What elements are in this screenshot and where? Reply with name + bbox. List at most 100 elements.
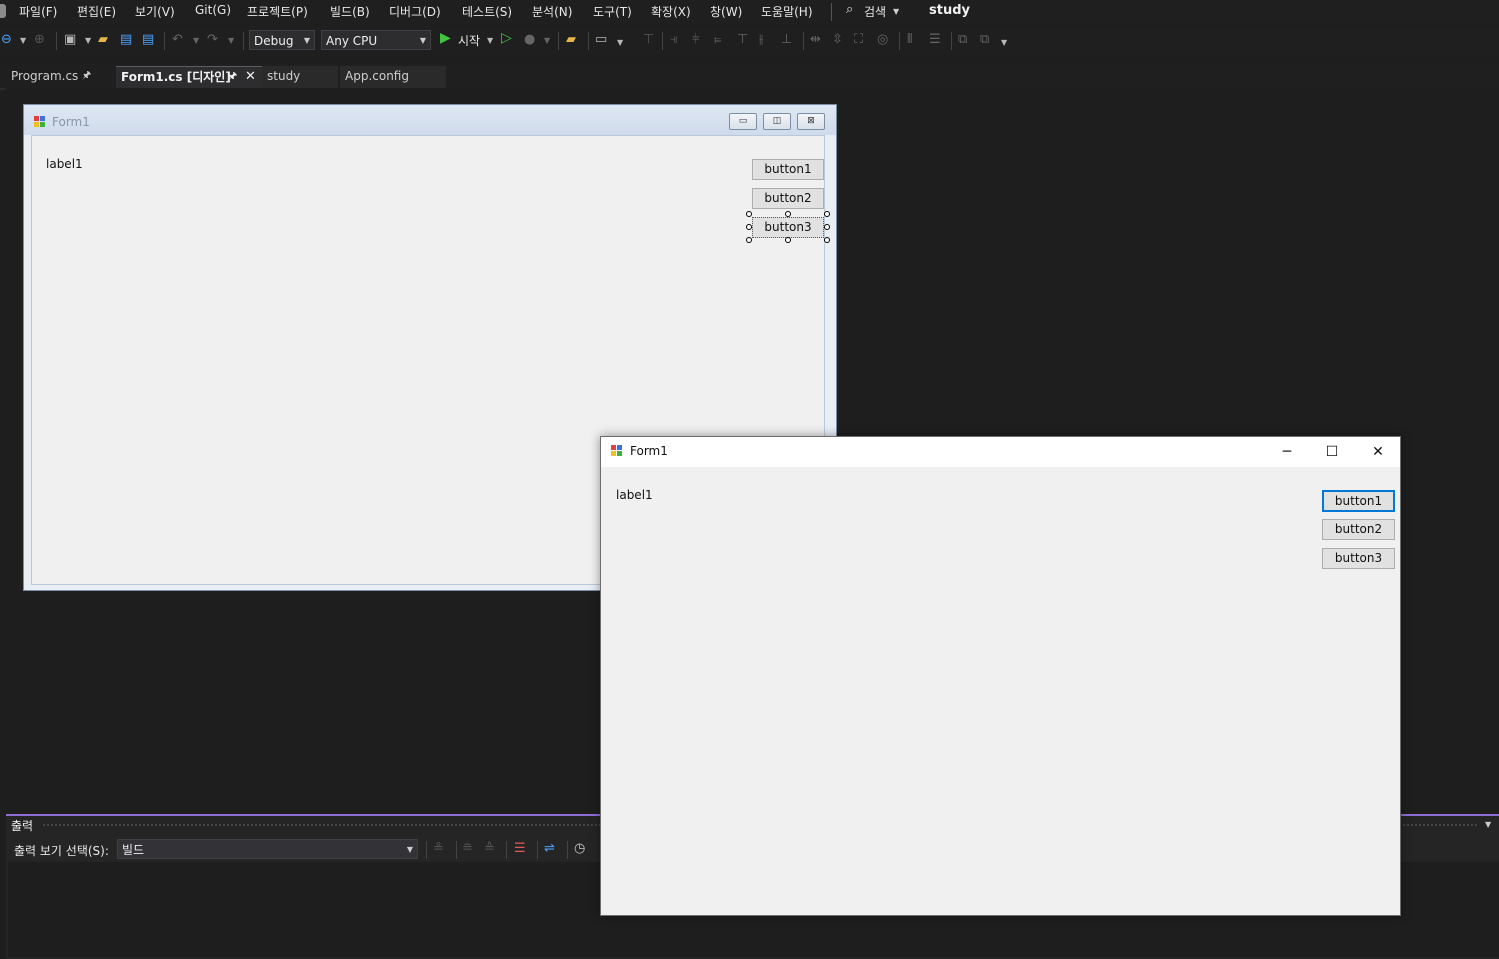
menu-divider	[831, 3, 832, 21]
chevron-down-icon[interactable]: ▼	[893, 7, 899, 16]
tab-study[interactable]: study	[262, 66, 338, 88]
output-source-label: 출력 보기 선택(S):	[14, 844, 109, 858]
bring-to-front-icon[interactable]: ⧉	[958, 32, 967, 47]
visual-studio-logo-icon[interactable]	[0, 4, 6, 18]
close-icon[interactable]: ✕	[1355, 437, 1401, 467]
undo-icon[interactable]: ↶	[172, 32, 183, 47]
chevron-down-icon[interactable]: ▼	[617, 38, 623, 47]
resize-handle[interactable]	[746, 224, 752, 230]
menu-file[interactable]: 파일(F)	[19, 3, 57, 20]
forward-icon[interactable]: ⊕	[34, 32, 45, 47]
resize-handle[interactable]	[824, 211, 830, 217]
resize-handle[interactable]	[824, 237, 830, 243]
pin-icon[interactable]: 🖈	[228, 67, 237, 87]
pin-icon[interactable]: 🖈	[82, 66, 91, 86]
close-icon[interactable]: ✕	[245, 67, 256, 87]
menu-test[interactable]: 테스트(S)	[462, 3, 512, 20]
align-top-icon[interactable]: ⊤	[737, 32, 748, 47]
tab-form1-design[interactable]: Form1.cs [디자인] 🖈 ✕	[116, 66, 262, 88]
output-source-select[interactable]: 빌드 ▼	[117, 839, 418, 859]
menu-debug[interactable]: 디버그(D)	[389, 3, 441, 20]
horizontal-spacing-icon[interactable]: ⫴	[907, 32, 912, 47]
resize-handle[interactable]	[785, 211, 791, 217]
chevron-down-icon[interactable]: ▼	[85, 36, 91, 45]
chevron-down-icon[interactable]: ▼	[1001, 38, 1007, 47]
design-form-title-bar: Form1 ▭ ◫ ⊠	[24, 105, 836, 135]
align-left-icon[interactable]: ⫣	[670, 32, 678, 47]
menu-build[interactable]: 빌드(B)	[330, 3, 370, 20]
menu-extensions[interactable]: 확장(X)	[651, 3, 691, 20]
next-message-icon[interactable]: ≙	[484, 841, 495, 856]
start-without-debugging-icon[interactable]: ▷	[501, 30, 512, 46]
resize-handle[interactable]	[824, 224, 830, 230]
tab-program-cs[interactable]: Program.cs 🖈	[6, 66, 110, 88]
chevron-down-icon[interactable]: ▼	[20, 36, 26, 45]
resize-handle[interactable]	[746, 237, 752, 243]
running-form-window[interactable]: Form1 ─ ☐ ✕ label1 button1 button2 butto…	[600, 436, 1401, 916]
menu-help[interactable]: 도움말(H)	[761, 3, 813, 20]
maximize-icon[interactable]: ☐	[1309, 437, 1355, 467]
redo-icon[interactable]: ↷	[207, 32, 218, 47]
label1[interactable]: label1	[46, 157, 83, 171]
align-center-icon[interactable]: ⫩	[692, 32, 699, 47]
button1[interactable]: button1	[1322, 490, 1395, 512]
open-folder-icon[interactable]: ▰	[98, 32, 108, 47]
search-button[interactable]: 검색	[864, 3, 886, 20]
previous-message-icon[interactable]: ≘	[462, 841, 473, 856]
clear-all-icon[interactable]: ☰	[514, 841, 526, 856]
menu-tools[interactable]: 도구(T)	[593, 3, 632, 20]
word-wrap-icon[interactable]: ⇌	[544, 841, 555, 856]
align-grid-icon[interactable]: ⊤	[643, 32, 654, 47]
menu-git[interactable]: Git(G)	[195, 3, 231, 17]
configuration-select[interactable]: Debug ▼	[249, 30, 315, 50]
layout-icon[interactable]: ▭	[595, 32, 607, 47]
toolbar-divider	[164, 32, 165, 50]
menu-view[interactable]: 보기(V)	[135, 3, 175, 20]
search-icon[interactable]: ⌕	[846, 2, 853, 17]
vertical-spacing-icon[interactable]: ☰	[929, 32, 941, 47]
platform-select[interactable]: Any CPU ▼	[321, 30, 431, 50]
align-right-icon[interactable]: ⫢	[714, 32, 721, 47]
button3[interactable]: button3	[1322, 548, 1395, 569]
tab-app-config[interactable]: App.config	[340, 66, 446, 88]
make-same-width-icon[interactable]: ⇹	[810, 32, 821, 47]
resize-handle[interactable]	[746, 211, 752, 217]
button2[interactable]: button2	[752, 188, 824, 209]
send-to-back-icon[interactable]: ⧉	[980, 32, 989, 47]
menu-project[interactable]: 프로젝트(P)	[247, 3, 308, 20]
chevron-down-icon[interactable]: ▼	[193, 36, 199, 45]
form-icon	[611, 445, 623, 457]
minimize-icon[interactable]: ─	[1264, 437, 1310, 467]
new-project-icon[interactable]: ▣	[64, 32, 76, 47]
resize-handle[interactable]	[785, 237, 791, 243]
menu-window[interactable]: 창(W)	[710, 3, 742, 20]
button3[interactable]: button3	[752, 217, 824, 238]
align-bottom-icon[interactable]: ⊥	[781, 32, 792, 47]
menu-analyze[interactable]: 분석(N)	[532, 3, 572, 20]
hot-reload-icon[interactable]: ●	[524, 32, 535, 47]
chevron-down-icon[interactable]: ▼	[1485, 820, 1491, 829]
button2[interactable]: button2	[1322, 519, 1395, 540]
chevron-down-icon[interactable]: ▼	[544, 36, 550, 45]
menu-edit[interactable]: 편집(E)	[77, 3, 116, 20]
play-icon[interactable]: ▶	[440, 30, 451, 46]
save-icon[interactable]: ▤	[120, 32, 132, 47]
size-to-grid-icon[interactable]: ◎	[877, 32, 888, 47]
go-to-message-icon[interactable]: ≗	[433, 841, 444, 856]
start-button[interactable]: 시작	[458, 32, 480, 49]
running-form-title-bar[interactable]: Form1 ─ ☐ ✕	[601, 437, 1400, 467]
make-same-height-icon[interactable]: ⇳	[832, 32, 843, 47]
make-same-size-icon[interactable]: ⛶	[854, 32, 863, 47]
align-middle-icon[interactable]: ⫲	[759, 32, 763, 47]
solution-name: study	[929, 3, 970, 18]
chevron-down-icon[interactable]: ▼	[487, 36, 493, 45]
back-icon[interactable]: ⊖	[1, 32, 12, 47]
solution-explorer-icon[interactable]: ▰	[566, 32, 576, 47]
output-panel-title[interactable]: 출력	[11, 817, 33, 834]
tab-label: App.config	[345, 69, 409, 83]
clock-icon[interactable]: ◷	[574, 841, 585, 856]
button1[interactable]: button1	[752, 159, 824, 180]
chevron-down-icon[interactable]: ▼	[228, 36, 234, 45]
save-all-icon[interactable]: ▤	[142, 32, 154, 47]
toolbar-divider	[56, 32, 57, 50]
